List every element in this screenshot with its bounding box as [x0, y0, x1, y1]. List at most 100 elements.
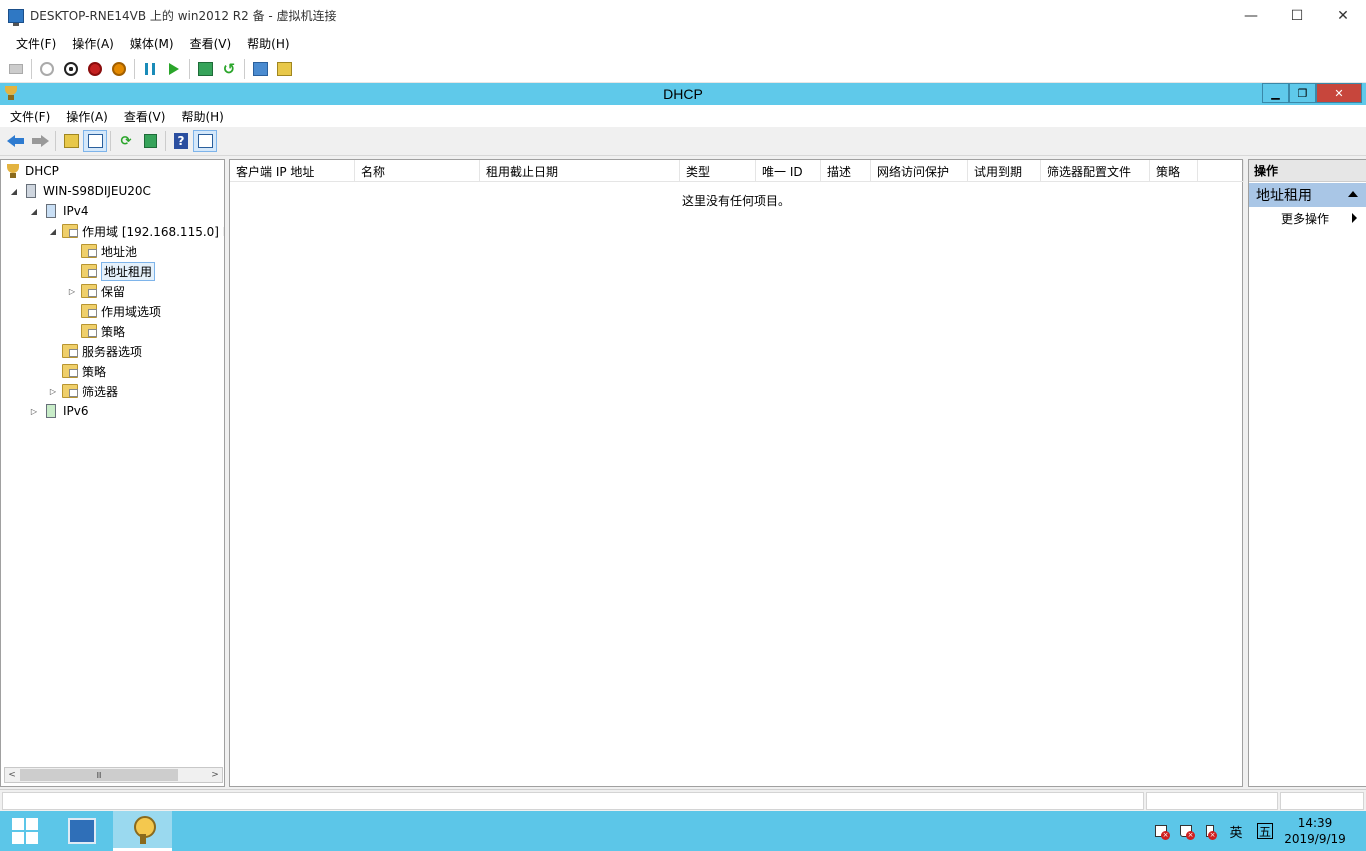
expanded-icon[interactable]: ◢ [29, 207, 39, 216]
column-header[interactable]: 策略 [1150, 160, 1198, 182]
network-icon[interactable]: × [1178, 823, 1195, 840]
dhcp-minimize-button[interactable]: ▁ [1262, 83, 1289, 103]
export-list-button[interactable] [138, 130, 162, 152]
start-button[interactable] [35, 58, 59, 80]
host-maximize-button[interactable]: ☐ [1274, 0, 1320, 31]
tree-item-address-pool[interactable]: 地址池 [81, 242, 137, 260]
tree-horizontal-scrollbar[interactable]: < Ⅲ > [4, 767, 223, 783]
host-minimize-button[interactable]: — [1228, 0, 1274, 31]
dhcp-menu-action[interactable]: 操作(A) [58, 108, 116, 125]
revert-button[interactable]: ↺ [217, 58, 241, 80]
save-state-button[interactable] [107, 58, 131, 80]
pause-button[interactable] [138, 58, 162, 80]
tree-item-reservations[interactable]: ▷ 保留 [67, 282, 125, 300]
column-header[interactable]: 租用截止日期 [480, 160, 680, 182]
taskbar-clock[interactable]: 14:39 2019/9/19 [1280, 815, 1350, 847]
shutdown-button[interactable] [83, 58, 107, 80]
column-header[interactable]: 试用到期 [968, 160, 1041, 182]
host-close-button[interactable]: ✕ [1320, 0, 1366, 31]
enhanced-session-button[interactable] [248, 58, 272, 80]
refresh-button[interactable]: ⟳ [114, 130, 138, 152]
tree-item-address-leases[interactable]: 地址租用 [81, 261, 156, 281]
action-pane-icon [197, 134, 213, 148]
tree-item-server-options[interactable]: 服务器选项 [62, 342, 142, 360]
server-options-icon [62, 344, 78, 358]
dhcp-menu-help[interactable]: 帮助(H) [173, 108, 231, 125]
toolbar-separator [244, 59, 245, 79]
column-header[interactable]: 类型 [680, 160, 756, 182]
dhcp-restore-button[interactable]: ❐ [1289, 83, 1316, 103]
tree-item-ipv6[interactable]: ▷ IPv6 [29, 402, 89, 420]
more-actions-label: 更多操作 [1281, 211, 1330, 226]
dhcp-menu-file[interactable]: 文件(F) [2, 108, 58, 125]
scroll-left-icon[interactable]: < [5, 768, 19, 782]
host-menu-view[interactable]: 查看(V) [182, 35, 240, 52]
dhcp-icon [5, 164, 21, 178]
expanded-icon[interactable]: ◢ [9, 187, 19, 196]
action-center-icon[interactable]: × [1153, 823, 1170, 840]
column-header[interactable]: 名称 [355, 160, 480, 182]
collapsed-icon[interactable]: ▷ [48, 387, 58, 396]
tree-label: 筛选器 [82, 384, 119, 399]
taskbar: × × × 英 五 14:39 2019/9/19 [0, 811, 1366, 851]
actions-section-address-leases[interactable]: 地址租用 [1249, 183, 1366, 207]
host-menu-media[interactable]: 媒体(M) [122, 35, 182, 52]
help-button[interactable]: ? [169, 130, 193, 152]
resume-button[interactable] [162, 58, 186, 80]
tree-item-ipv4[interactable]: ◢ IPv4 [29, 202, 89, 220]
column-header[interactable]: 唯一 ID [756, 160, 821, 182]
collapsed-icon[interactable]: ▷ [67, 287, 77, 296]
back-button[interactable] [4, 130, 28, 152]
ime-language-indicator[interactable]: 英 [1228, 823, 1244, 841]
column-header[interactable]: 网络访问保护 [871, 160, 968, 182]
tree-item-scope[interactable]: ◢ 作用域 [192.168.115.0] D [48, 222, 224, 240]
ctrl-alt-del-button[interactable] [4, 58, 28, 80]
scrollbar-thumb[interactable]: Ⅲ [20, 769, 178, 781]
revert-icon: ↺ [222, 60, 236, 78]
show-hide-console-tree-button[interactable] [83, 130, 107, 152]
ime-mode-indicator[interactable]: 五 [1257, 823, 1273, 839]
column-header-blank [1198, 160, 1244, 182]
status-segment [1146, 792, 1278, 810]
console-tree-icon [87, 134, 103, 148]
ipv4-icon [46, 204, 56, 218]
host-menu-help[interactable]: 帮助(H) [239, 35, 297, 52]
taskbar-server-manager[interactable] [54, 811, 110, 851]
tree-item-filters[interactable]: ▷ 筛选器 [48, 382, 118, 400]
help-icon: ? [174, 133, 188, 149]
forward-arrow-icon [31, 134, 49, 148]
tree-item-policies[interactable]: 策略 [62, 362, 106, 380]
expanded-icon[interactable]: ◢ [48, 227, 58, 236]
more-actions-item[interactable]: 更多操作 [1249, 207, 1366, 229]
column-header[interactable]: 客户端 IP 地址 [230, 160, 355, 182]
start-button[interactable] [0, 811, 50, 851]
tree-item-dhcp[interactable]: DHCP [5, 162, 59, 180]
dhcp-toolbar: ⟳ ? [0, 127, 1366, 156]
dhcp-menu-view[interactable]: 查看(V) [116, 108, 174, 125]
checkpoint-button[interactable] [193, 58, 217, 80]
column-header[interactable]: 描述 [821, 160, 871, 182]
dhcp-close-button[interactable]: ✕ [1316, 83, 1362, 103]
tree-item-server[interactable]: ◢ WIN-S98DIJEU20C [9, 182, 151, 200]
host-menu-action[interactable]: 操作(A) [64, 35, 122, 52]
forward-button[interactable] [28, 130, 52, 152]
volume-icon[interactable]: × [1202, 823, 1218, 840]
share-button[interactable] [272, 58, 296, 80]
column-header[interactable]: 筛选器配置文件 [1041, 160, 1150, 182]
taskbar-dhcp[interactable] [113, 811, 172, 851]
host-window-controls: — ☐ ✕ [1228, 0, 1366, 31]
host-menu-file[interactable]: 文件(F) [8, 35, 64, 52]
collapse-icon[interactable] [1348, 191, 1358, 197]
up-level-button[interactable] [59, 130, 83, 152]
toolbar-separator [55, 131, 56, 151]
address-leases-icon [81, 264, 97, 278]
tree-item-scope-policies[interactable]: 策略 [81, 322, 125, 340]
tree-item-scope-options[interactable]: 作用域选项 [81, 302, 161, 320]
toolbar-separator [189, 59, 190, 79]
toolbar-separator [134, 59, 135, 79]
actions-header: 操作 [1249, 160, 1366, 182]
collapsed-icon[interactable]: ▷ [29, 407, 39, 416]
show-hide-action-pane-button[interactable] [193, 130, 217, 152]
turn-off-button[interactable] [59, 58, 83, 80]
scroll-right-icon[interactable]: > [208, 768, 222, 782]
